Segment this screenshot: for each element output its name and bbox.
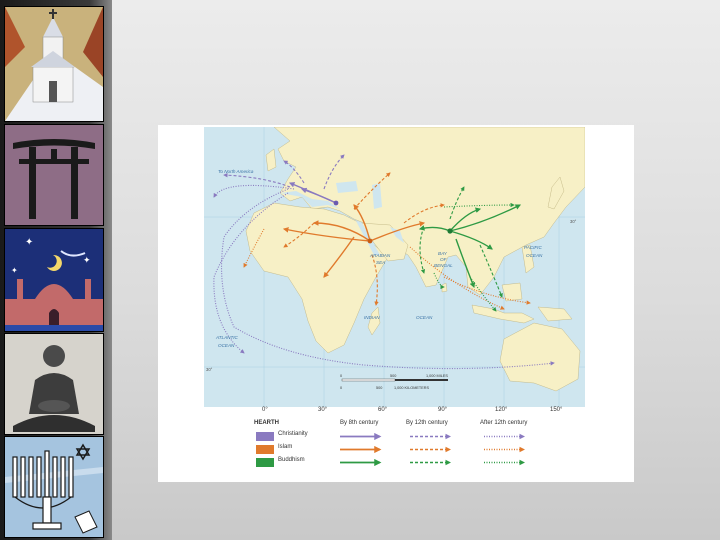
legend-swatch-buddhism [256,458,274,467]
lon-tick-150: 150° [550,407,563,413]
scale-miles-0: 0 [340,374,342,378]
church-icon [4,6,104,122]
scale-km-0: 0 [340,386,342,390]
legend-label-buddhism: Buddhism [278,457,305,463]
religion-diffusion-map: To North America PACIFIC OCEAN ARABIAN S… [158,125,634,482]
lon-tick-120: 120° [495,407,508,413]
label-atlantic: ATLANTIC [215,335,239,340]
legend-swatch-islam [256,445,274,454]
lon-tick-30: 30° [318,407,328,413]
map-canvas: To North America PACIFIC OCEAN ARABIAN S… [204,127,585,407]
svg-text:✦: ✦ [11,266,18,275]
label-indian-ocean: OCEAN [416,315,433,320]
legend-label-islam: Islam [278,444,293,450]
svg-text:✦: ✦ [83,255,91,265]
buddhism-hearth-marker [447,228,453,234]
label-bengal: BENGAL [434,263,453,268]
mosque-icon: ✦ ✦ ✦ [4,228,104,332]
buddha-icon [4,333,104,435]
legend-swatch-christianity [256,432,274,441]
map-legend: HEARTH By 8th century By 12th century Af… [254,418,554,478]
legend-label-christianity: Christianity [278,431,308,437]
scale-miles-500: 500 [390,374,396,378]
lat-tick-north: 30° [570,219,577,224]
lat-tick-south: 30° [206,367,213,372]
label-north-america: To North America [218,169,254,174]
sidebar: ✦ ✦ ✦ [0,0,112,540]
lon-tick-0: 0° [262,407,268,413]
label-pacific-ocean: OCEAN [526,253,543,258]
label-arabian-sea: SEA [376,260,385,265]
lon-tick-60: 60° [378,407,388,413]
label-atlantic-ocean: OCEAN [218,343,235,348]
label-pacific: PACIFIC [524,245,542,250]
black-sea [336,181,358,193]
scale-km-1000: 1,000 KILOMETERS [394,386,429,390]
svg-text:✦: ✦ [25,237,33,248]
label-bay: BAY [438,251,448,256]
torii-icon [4,124,104,226]
legend-swatches [256,432,526,467]
label-indian: INDIAN [364,315,380,320]
scale-miles-1000: 1,000 MILES [426,374,448,378]
menorah-icon [4,436,104,538]
islam-hearth-marker [367,238,373,244]
scale-km-500: 500 [376,386,382,390]
label-arabian: ARABIAN [369,253,391,258]
lon-tick-90: 90° [438,407,448,413]
christianity-hearth-marker [333,200,339,206]
